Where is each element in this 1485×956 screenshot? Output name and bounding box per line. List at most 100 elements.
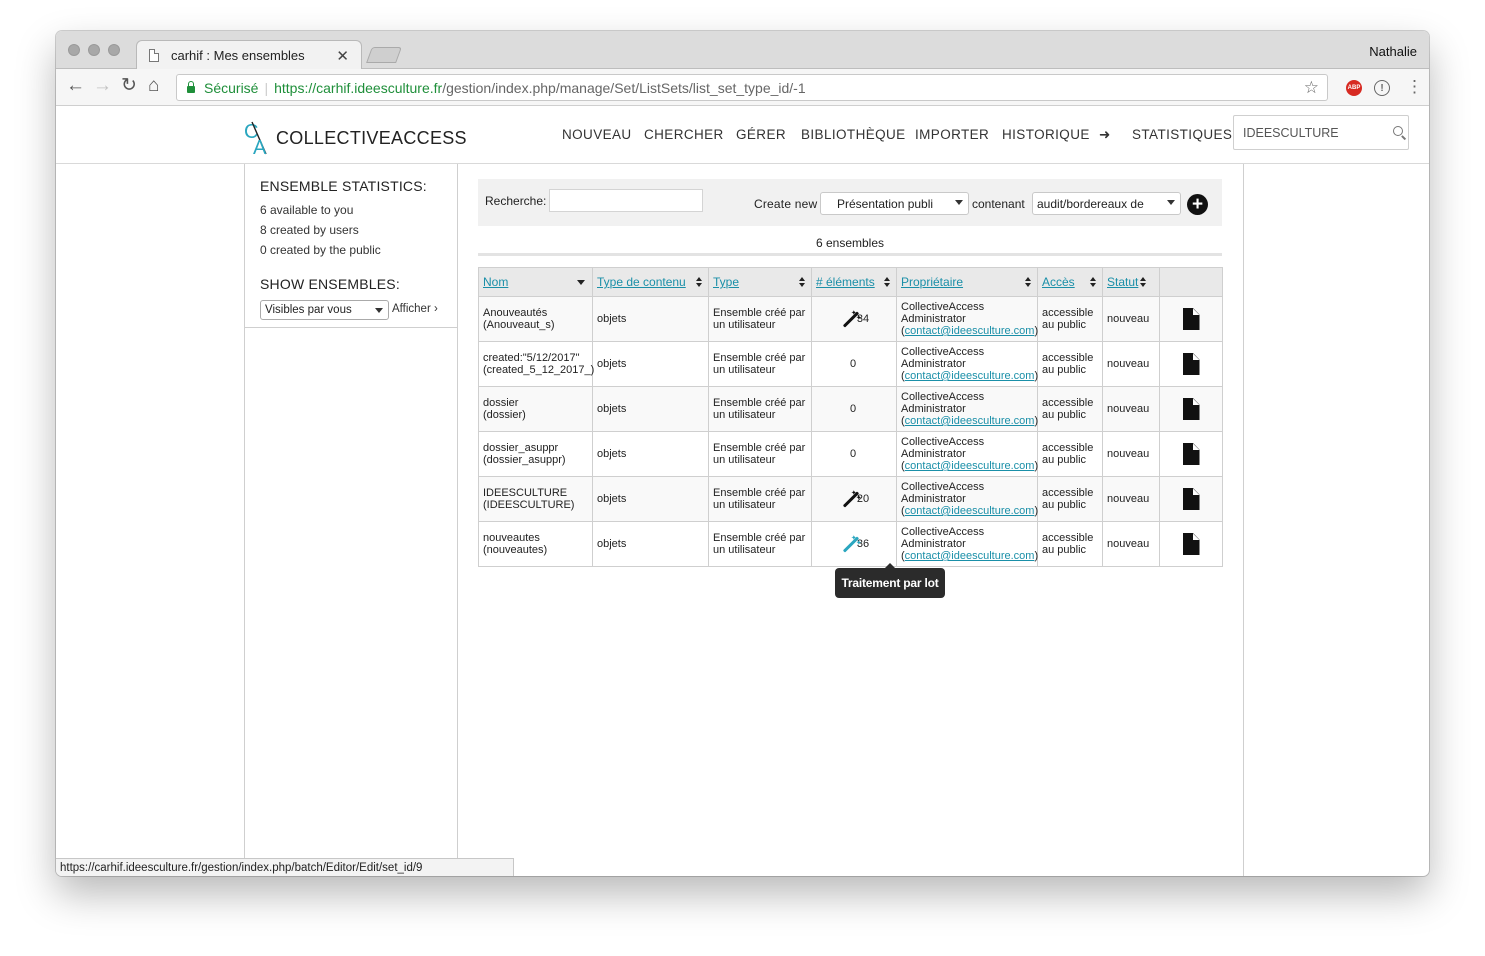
column-header-type-contenu[interactable]: Type de contenu xyxy=(592,267,709,297)
owner-email-link[interactable]: contact@ideesculture.com xyxy=(905,505,1035,517)
owner-email-link[interactable]: contact@ideesculture.com xyxy=(905,550,1035,562)
batch-wand-icon[interactable]: ✦ ✦ xyxy=(839,534,862,554)
cell-type-contenu: objets xyxy=(592,296,709,342)
set-name: created:"5/12/2017" xyxy=(483,352,580,364)
nav-gerer[interactable]: GÉRER xyxy=(736,127,786,142)
sort-link-proprietaire[interactable]: Propriétaire xyxy=(901,275,963,289)
set-code: (nouveautes) xyxy=(483,544,548,556)
create-new-label: Create new xyxy=(754,197,818,211)
edit-document-icon[interactable] xyxy=(1182,398,1200,420)
search-icon[interactable] xyxy=(1393,126,1403,136)
minimize-window-button[interactable] xyxy=(88,44,100,56)
type-line2: un utilisateur xyxy=(713,364,776,376)
column-header-proprietaire[interactable]: Propriétaire xyxy=(896,267,1038,297)
chevron-down-icon xyxy=(1167,200,1175,205)
header-search-input[interactable]: IDEESCULTURE xyxy=(1233,115,1409,150)
chevron-down-icon xyxy=(375,308,383,313)
table-row[interactable]: dossier (dossier) objets Ensemble créé par u… xyxy=(478,386,1223,432)
type-line2: un utilisateur xyxy=(713,544,776,556)
visibility-select[interactable]: Visibles par vous xyxy=(260,300,389,320)
header-search-value: IDEESCULTURE xyxy=(1243,125,1339,140)
edit-document-icon[interactable] xyxy=(1182,533,1200,555)
back-arrow-icon[interactable]: ← xyxy=(66,76,85,96)
table-row[interactable]: IDEESCULTURE (IDEESCULTURE) objets Ensemble… xyxy=(478,476,1223,522)
home-icon[interactable]: ⌂ xyxy=(148,76,159,96)
edit-document-icon[interactable] xyxy=(1182,488,1200,510)
column-header-acces[interactable]: Accès xyxy=(1037,267,1103,297)
profile-name[interactable]: Nathalie xyxy=(1369,44,1417,59)
batch-wand-icon[interactable]: ✦ ✦ xyxy=(839,309,862,329)
cell-proprietaire: CollectiveAccess Administrator (contact@id… xyxy=(896,521,1038,567)
logout-arrow-icon[interactable]: ➜ xyxy=(1099,127,1111,143)
cell-proprietaire: CollectiveAccess Administrator (contact@id… xyxy=(896,341,1038,387)
collectiveaccess-logo[interactable]: C A COLLECTIVEACCESS xyxy=(244,118,467,159)
info-extension-icon[interactable]: ! xyxy=(1374,80,1390,96)
cell-type-contenu: objets xyxy=(592,476,709,522)
batch-wand-icon[interactable]: ✦ ✦ xyxy=(839,489,862,509)
owner-email-link[interactable]: contact@ideesculture.com xyxy=(905,415,1035,427)
owner-line1: CollectiveAccess xyxy=(901,481,985,493)
browser-menu-icon[interactable]: ⋮ xyxy=(1406,77,1423,97)
nav-historique[interactable]: HISTORIQUE xyxy=(1002,127,1090,142)
column-header-nom[interactable]: Nom xyxy=(478,267,593,297)
reload-icon[interactable]: ↻ xyxy=(121,76,137,96)
sidebar-divider xyxy=(244,327,457,328)
contenant-select[interactable]: audit/bordereaux de xyxy=(1032,192,1181,215)
zoom-window-button[interactable] xyxy=(108,44,120,56)
access-line1: accessible xyxy=(1042,532,1094,544)
list-search-input[interactable] xyxy=(549,189,703,212)
nav-nouveau[interactable]: NOUVEAU xyxy=(562,127,632,142)
close-window-button[interactable] xyxy=(68,44,80,56)
owner-email-link[interactable]: contact@ideesculture.com xyxy=(905,460,1035,472)
element-count: 0 xyxy=(849,358,857,371)
sort-link-elements[interactable]: # éléments xyxy=(816,275,875,289)
owner-email-link[interactable]: contact@ideesculture.com xyxy=(905,325,1035,337)
sort-link-nom[interactable]: Nom xyxy=(483,275,508,289)
access-line1: accessible xyxy=(1042,352,1094,364)
nav-bibliotheque[interactable]: BIBLIOTHÈQUE xyxy=(801,127,906,142)
edit-document-icon[interactable] xyxy=(1182,353,1200,375)
address-bar[interactable]: Sécurisé | https://carhif.ideesculture.f… xyxy=(176,74,1328,101)
afficher-link[interactable]: Afficher › xyxy=(392,303,438,315)
nav-importer[interactable]: IMPORTER xyxy=(915,127,989,142)
forward-arrow-icon[interactable]: → xyxy=(93,76,112,96)
cell-elements: 0 xyxy=(811,431,897,477)
sidebar-left-border xyxy=(244,164,245,876)
column-header-statut[interactable]: Statut xyxy=(1102,267,1160,297)
wand-sparkle-icon: ✦ xyxy=(855,495,862,502)
sort-link-statut[interactable]: Statut xyxy=(1107,275,1138,289)
owner-paren-close: ) xyxy=(1034,505,1039,517)
sort-link-type-contenu[interactable]: Type de contenu xyxy=(597,275,686,289)
column-header-elements[interactable]: # éléments xyxy=(811,267,897,297)
new-tab-button[interactable] xyxy=(366,47,402,63)
table-row[interactable]: created:"5/12/2017" (created_5_12_2017_) o… xyxy=(478,341,1223,387)
nav-chercher[interactable]: CHERCHER xyxy=(644,127,724,142)
set-name: Anouveautés xyxy=(483,307,548,319)
tab-active[interactable]: carhif : Mes ensembles ✕ xyxy=(136,40,362,70)
create-type-select[interactable]: Présentation publi xyxy=(820,192,969,215)
table-row[interactable]: dossier_asuppr (dossier_asuppr) objets Ense… xyxy=(478,431,1223,477)
close-tab-icon[interactable]: ✕ xyxy=(336,47,349,65)
column-header-type[interactable]: Type xyxy=(708,267,812,297)
set-code: (Anouveaut_s) xyxy=(483,319,555,331)
table-row[interactable]: Anouveautés (Anouveaut_s) objets Ensemble c… xyxy=(478,296,1223,342)
sort-link-type[interactable]: Type xyxy=(713,275,739,289)
adblock-icon[interactable]: ABP xyxy=(1346,80,1362,96)
table-row[interactable]: nouveautes (nouveautes) objets Ensemble cré… xyxy=(478,521,1223,567)
add-ensemble-button[interactable]: + xyxy=(1187,194,1208,215)
set-code: (dossier_asuppr) xyxy=(483,454,566,466)
type-line1: Ensemble créé par xyxy=(713,442,806,454)
owner-line2: Administrator xyxy=(901,403,966,415)
cell-type: Ensemble créé par un utilisateur xyxy=(708,521,812,567)
owner-line1: CollectiveAccess xyxy=(901,301,985,313)
bookmark-star-icon[interactable]: ☆ xyxy=(1304,78,1319,98)
owner-email-link[interactable]: contact@ideesculture.com xyxy=(905,370,1035,382)
sort-link-acces[interactable]: Accès xyxy=(1042,275,1075,289)
cell-nom: IDEESCULTURE (IDEESCULTURE) xyxy=(478,476,593,522)
svg-text:A: A xyxy=(253,137,267,156)
owner-line2: Administrator xyxy=(901,448,966,460)
edit-document-icon[interactable] xyxy=(1182,308,1200,330)
type-line1: Ensemble créé par xyxy=(713,352,806,364)
edit-document-icon[interactable] xyxy=(1182,443,1200,465)
nav-statistiques[interactable]: STATISTIQUES xyxy=(1132,127,1232,142)
